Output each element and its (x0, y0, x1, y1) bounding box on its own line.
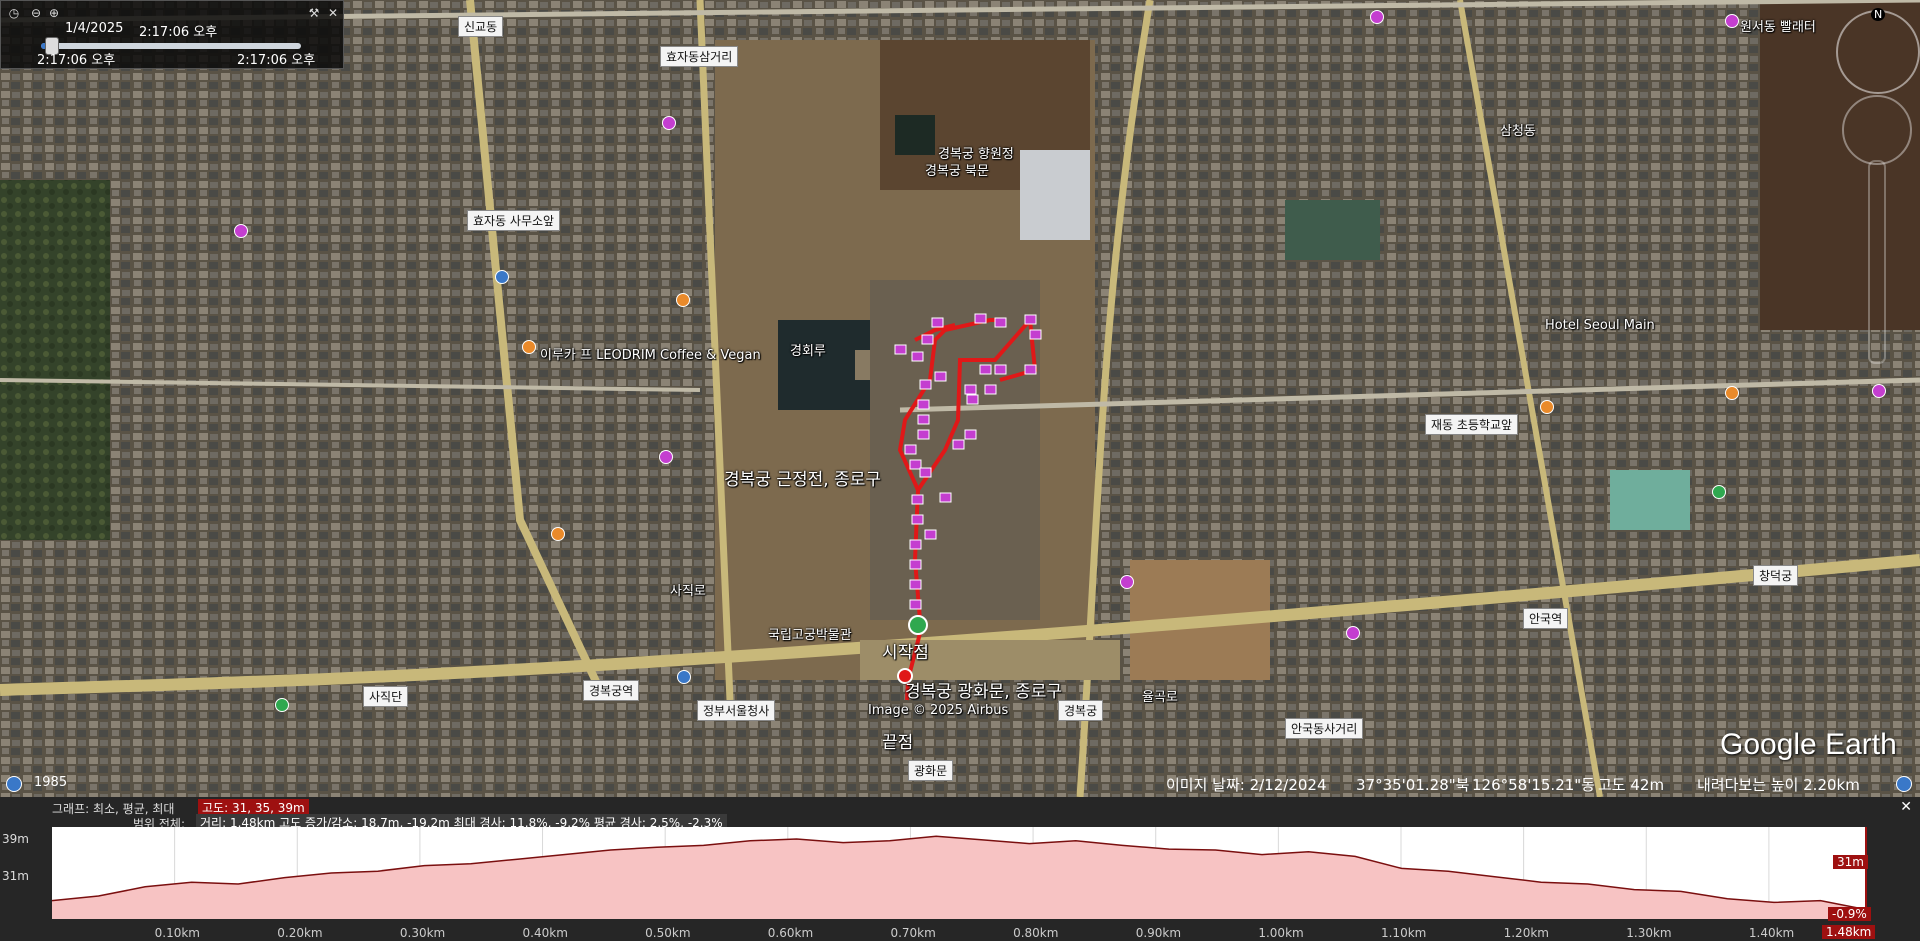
x-tick-label: 0.90km (1135, 926, 1182, 940)
map-label-anguk-junction[interactable]: 안국동사거리 (1285, 718, 1364, 739)
map-label-hyoja-junction[interactable]: 효자동삼거리 (660, 46, 739, 67)
x-tick-label: 0.10km (154, 926, 200, 940)
elevation-chart[interactable] (52, 827, 1867, 919)
map-label-sajik-ro: 사직로 (670, 584, 706, 599)
clock-icon[interactable]: ◷ (7, 6, 21, 20)
imagery-attribution: Image © 2025 Airbus (868, 703, 1009, 718)
google-earth-logo: Google Earth (1720, 728, 1897, 761)
route-end-label[interactable]: 끝점 (882, 728, 913, 753)
x-tick-label: 1.00km (1258, 926, 1304, 940)
map-label-hotel[interactable]: Hotel Seoul Main (1545, 318, 1655, 333)
poi-marker[interactable] (522, 340, 536, 354)
map-label-geunjeongjeon[interactable]: 경복궁 근정전, 종로구 (724, 465, 881, 490)
poi-marker[interactable] (1712, 485, 1726, 499)
map-label-gyeongbokgung-station[interactable]: 경복궁역 (583, 680, 640, 701)
elevation-profile-panel: 그래프: 최소, 평균, 최대 고도: 31, 35, 39m 범위 전체: 거… (0, 797, 1920, 941)
current-time: 2:17:06 오후 (139, 25, 218, 40)
x-tick-label: 0.50km (645, 926, 691, 940)
map-label-hyoja-office[interactable]: 효자동 사무소앞 (467, 210, 561, 231)
x-tick-label: 0.20km (277, 926, 323, 940)
x-tick-label: 1.10km (1380, 926, 1427, 940)
current-date: 1/4/2025 (65, 21, 124, 36)
map-label-jaedong-school[interactable]: 재동 초등학교앞 (1425, 414, 1519, 435)
historical-imagery-icon[interactable] (6, 776, 22, 792)
end-time: 2:17:06 오후 (237, 53, 316, 68)
map-label-singyo[interactable]: 신교동 (458, 16, 504, 37)
map-view[interactable]: 신교동 효자동삼거리 효자동 사무소앞 재동 초등학교앞 사직단 경복궁역 정부… (0, 0, 1920, 797)
wrench-icon[interactable]: ⚒ (307, 6, 321, 20)
close-profile-icon[interactable]: ✕ (1900, 799, 1912, 815)
poi-marker[interactable] (1540, 400, 1554, 414)
current-elevation: 31m (1833, 855, 1868, 869)
map-label-sajikdan[interactable]: 사직단 (363, 686, 409, 707)
x-tick-label: 0.80km (1013, 926, 1059, 940)
route-start-label[interactable]: 시작점 (882, 638, 929, 663)
x-tick-label: 1.40km (1748, 926, 1795, 940)
poi-marker[interactable] (1725, 14, 1739, 28)
imagery-year: 1985 (34, 775, 68, 790)
look-control[interactable] (1842, 95, 1912, 165)
y-axis-max: 39m (2, 832, 29, 846)
map-label-wonseo-laundry[interactable]: 원서동 빨래터 (1740, 16, 1816, 35)
zoom-slider[interactable] (1868, 160, 1886, 364)
north-indicator: N (1871, 8, 1886, 21)
y-axis-min: 31m (2, 869, 29, 883)
poi-marker[interactable] (662, 116, 676, 130)
poi-marker[interactable] (495, 270, 509, 284)
poi-marker[interactable] (1120, 575, 1134, 589)
x-tick-label: 0.30km (399, 926, 446, 940)
poi-marker[interactable] (234, 224, 248, 238)
current-distance: 1.48km (1822, 925, 1876, 939)
zoom-out-icon[interactable]: ⊖ (29, 6, 43, 20)
x-tick-label: 1.30km (1626, 926, 1672, 940)
poi-marker[interactable] (676, 293, 690, 307)
map-label-anguk-station[interactable]: 안국역 (1523, 608, 1569, 629)
start-time: 2:17:06 오후 (37, 53, 116, 68)
compass-control[interactable]: N (1836, 8, 1920, 94)
poi-marker[interactable] (1370, 10, 1384, 24)
status-bar: 1985 이미지 날짜: 2/12/2024 37°35'01.28"북 126… (0, 772, 1920, 797)
map-label-palace-museum[interactable]: 국립고궁박물관 (768, 624, 852, 643)
map-label-yulgok-ro: 율곡로 (1142, 690, 1178, 705)
poi-marker[interactable] (1725, 386, 1739, 400)
image-date: 이미지 날짜: 2/12/2024 (1166, 776, 1327, 794)
map-label-gyeonghoeru[interactable]: 경회루 (790, 340, 826, 359)
eye-altitude: 내려다보는 높이 2.20km (1697, 776, 1860, 794)
streaming-icon (1896, 776, 1912, 792)
poi-marker[interactable] (677, 670, 691, 684)
poi-marker[interactable] (275, 698, 289, 712)
altitude: 고도 42m (1598, 776, 1665, 794)
x-tick-label: 0.40km (522, 926, 568, 940)
x-tick-label: 1.20km (1503, 926, 1549, 940)
map-label-leodrim-cafe[interactable]: 이루카 프 LEODRIM Coffee & Vegan (540, 344, 761, 363)
close-icon[interactable]: ✕ (326, 6, 340, 20)
map-label-samcheong: 삼청동 (1500, 124, 1536, 139)
x-tick-label: 0.60km (767, 926, 814, 940)
poi-marker[interactable] (659, 450, 673, 464)
poi-marker[interactable] (1346, 626, 1360, 640)
map-label-government-complex[interactable]: 정부서울청사 (697, 700, 776, 721)
time-slider-panel: ◷ ⊖ ⊕ 1/4/2025 2:17:06 오후 ⚒ ✕ 2:17:06 오후… (0, 0, 344, 69)
poi-marker[interactable] (1872, 384, 1886, 398)
map-label-gyeongbokgung[interactable]: 경복궁 (1058, 700, 1104, 721)
x-tick-label: 0.70km (890, 926, 936, 940)
latitude: 37°35'01.28"북 (1356, 776, 1470, 794)
map-label-changdeokgung[interactable]: 창덕궁 (1753, 565, 1799, 586)
current-slope: -0.9% (1828, 907, 1871, 921)
map-label-north-gate[interactable]: 경복궁 북문 (925, 160, 989, 179)
poi-marker[interactable] (551, 527, 565, 541)
longitude: 126°58'15.21"동 (1472, 776, 1595, 794)
zoom-in-icon[interactable]: ⊕ (47, 6, 61, 20)
map-label-gwanghwamun-gate[interactable]: 경복궁 광화문, 종로구 (905, 677, 1062, 702)
